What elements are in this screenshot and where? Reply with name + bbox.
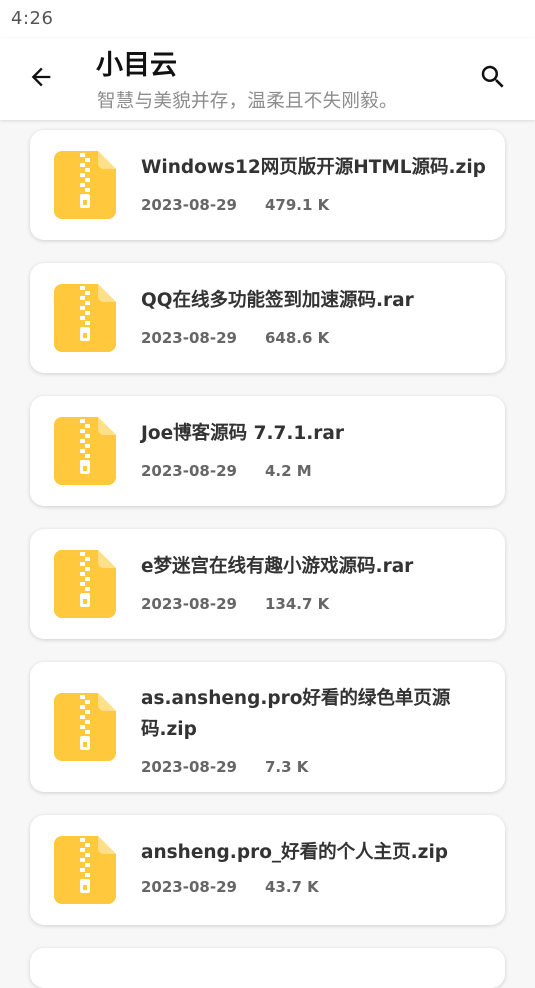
search-icon xyxy=(481,65,504,88)
file-meta: 2023-08-29 43.7 K xyxy=(141,878,319,896)
app-bar: 小目云 智慧与美貌并存，温柔且不失刚毅。 xyxy=(0,38,535,120)
file-meta: 2023-08-29 648.6 K xyxy=(141,329,329,347)
zip-file-icon xyxy=(54,836,116,904)
file-meta: 2023-08-29 134.7 K xyxy=(141,595,329,613)
zip-file-icon xyxy=(54,417,116,485)
zip-file-icon xyxy=(54,151,116,219)
status-bar: 4:26 xyxy=(0,0,535,38)
zip-file-icon xyxy=(54,550,116,618)
file-date: 2023-08-29 xyxy=(141,462,237,480)
file-date: 2023-08-29 xyxy=(141,758,237,776)
zip-file-icon xyxy=(54,284,116,352)
file-size: 7.3 K xyxy=(264,758,309,776)
file-card[interactable]: e梦迷宫在线有趣小游戏源码.rar 2023-08-29 134.7 K xyxy=(30,529,505,639)
file-date: 2023-08-29 xyxy=(141,196,237,214)
file-meta: 2023-08-29 479.1 K xyxy=(141,196,329,214)
file-card[interactable]: Joe博客源码 7.7.1.rar 2023-08-29 4.2 M xyxy=(30,396,505,506)
file-name: Joe博客源码 7.7.1.rar xyxy=(141,423,345,444)
status-time: 4:26 xyxy=(11,8,54,29)
file-name: as.ansheng.pro好看的绿色单页源码.zip xyxy=(141,688,451,740)
file-card[interactable]: as.ansheng.pro好看的绿色单页源码.zip 2023-08-29 7.… xyxy=(30,662,505,792)
file-card[interactable]: ansheng.pro_好看的个人主页.zip 2023-08-29 43.7 K xyxy=(30,815,505,925)
file-meta: 2023-08-29 7.3 K xyxy=(141,758,308,776)
file-meta: 2023-08-29 4.2 M xyxy=(141,462,312,480)
search-button[interactable] xyxy=(474,58,512,96)
zip-file-icon xyxy=(54,693,116,761)
file-card[interactable]: Windows12网页版开源HTML源码.zip 2023-08-29 479.1… xyxy=(30,130,505,240)
file-name: Windows12网页版开源HTML源码.zip xyxy=(141,157,486,178)
file-size: 134.7 K xyxy=(264,595,330,613)
file-name: QQ在线多功能签到加速源码.rar xyxy=(141,290,414,311)
page-title: 小目云 xyxy=(96,50,177,81)
file-card[interactable]: QQ在线多功能签到加速源码.rar 2023-08-29 648.6 K xyxy=(30,263,505,373)
arrow-back-icon xyxy=(31,67,51,87)
file-size: 4.2 M xyxy=(264,462,312,480)
file-name: e梦迷宫在线有趣小游戏源码.rar xyxy=(141,556,414,577)
file-date: 2023-08-29 xyxy=(141,595,237,613)
file-size: 648.6 K xyxy=(264,329,330,347)
file-date: 2023-08-29 xyxy=(141,329,237,347)
page-subtitle: 智慧与美貌并存，温柔且不失刚毅。 xyxy=(97,91,398,112)
file-date: 2023-08-29 xyxy=(141,878,237,896)
back-button[interactable] xyxy=(22,58,60,96)
file-size: 479.1 K xyxy=(264,196,330,214)
file-size: 43.7 K xyxy=(264,878,319,896)
file-name: ansheng.pro_好看的个人主页.zip xyxy=(141,842,449,863)
file-card-partial[interactable] xyxy=(30,948,505,988)
